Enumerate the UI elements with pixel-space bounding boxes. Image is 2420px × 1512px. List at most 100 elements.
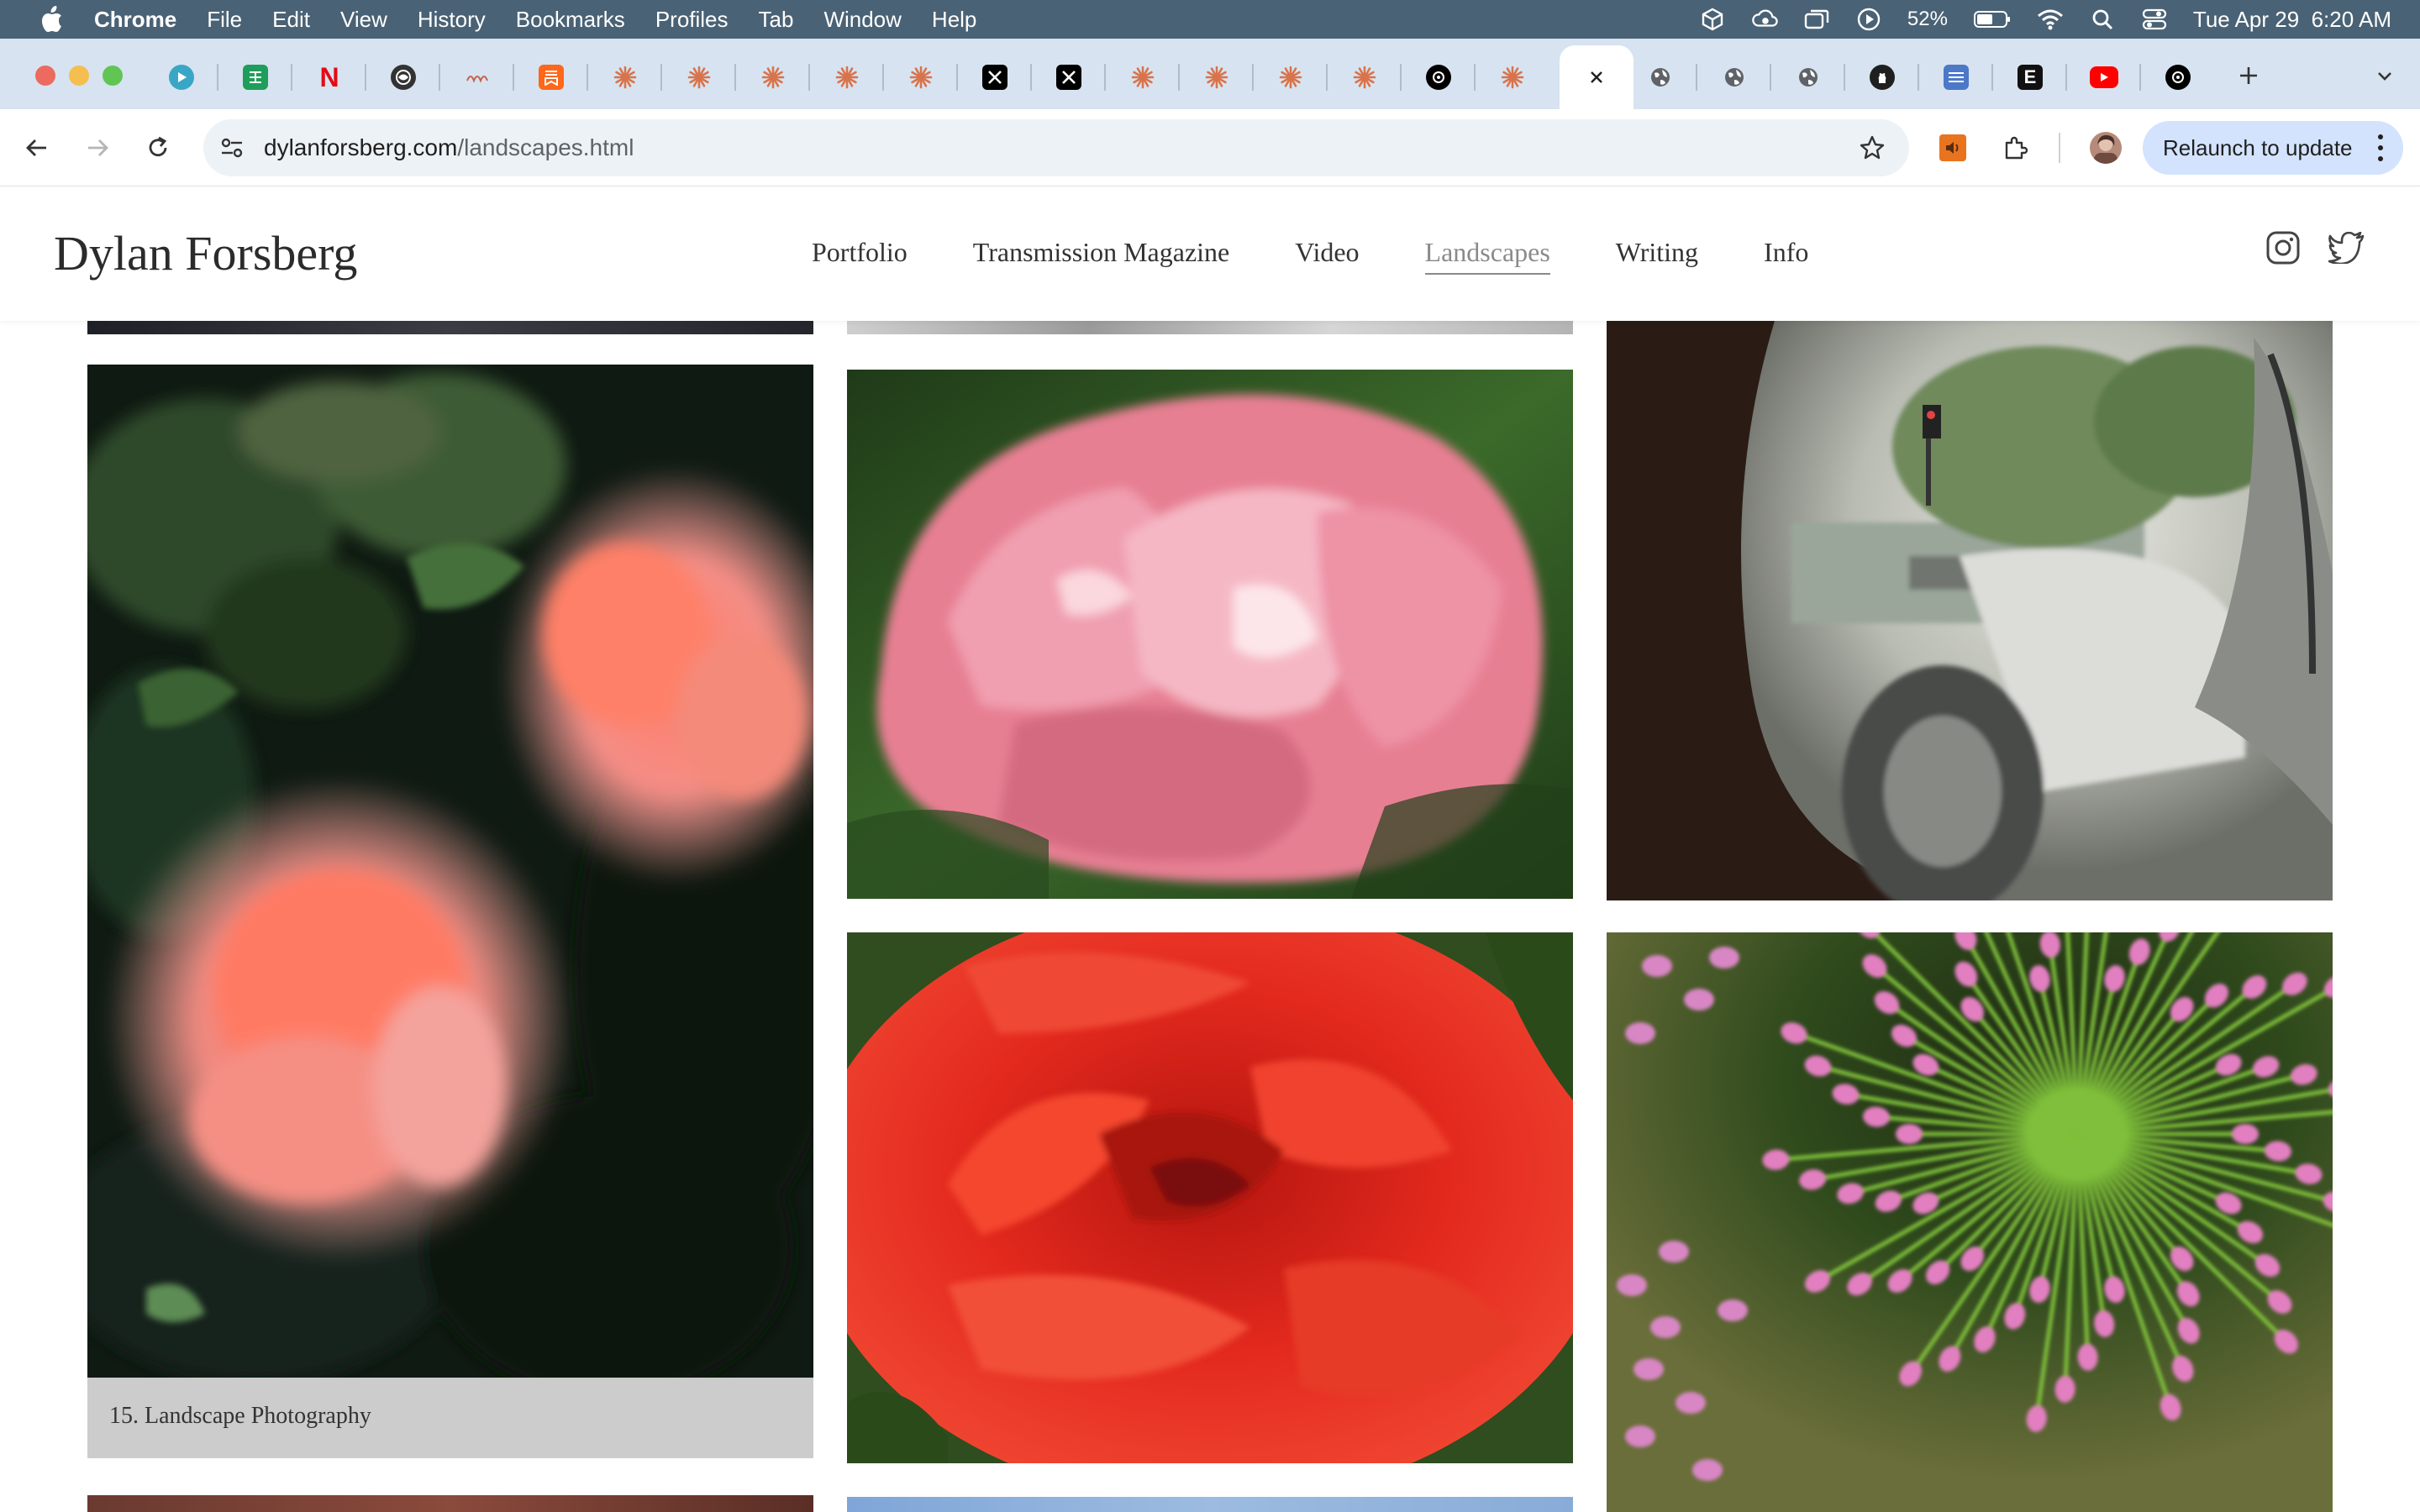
tab-search-chevron-icon[interactable] bbox=[2368, 59, 2402, 92]
menu-view[interactable]: View bbox=[340, 7, 387, 33]
menu-history[interactable]: History bbox=[418, 7, 486, 33]
nav-video[interactable]: Video bbox=[1295, 237, 1359, 275]
macos-menu-bar: Chrome File Edit View History Bookmarks … bbox=[0, 0, 2420, 39]
reload-button[interactable] bbox=[138, 128, 178, 168]
url-domain: dylanforsberg.com bbox=[264, 134, 458, 160]
substack-icon bbox=[539, 65, 564, 90]
nav-transmission-magazine[interactable]: Transmission Magazine bbox=[973, 237, 1229, 275]
menu-edit[interactable]: Edit bbox=[272, 7, 310, 33]
tab-15[interactable] bbox=[1180, 45, 1254, 109]
tab-4[interactable] bbox=[366, 45, 440, 109]
tab-1[interactable] bbox=[145, 45, 218, 109]
tab-22[interactable] bbox=[1697, 45, 1771, 109]
tab-27[interactable] bbox=[2067, 45, 2141, 109]
box-icon[interactable] bbox=[1699, 7, 1726, 32]
more-vert-icon[interactable] bbox=[2376, 134, 2385, 161]
instagram-icon[interactable] bbox=[2264, 228, 2302, 267]
tab-7[interactable] bbox=[588, 45, 662, 109]
gallery-photo-red-rose[interactable] bbox=[847, 932, 1573, 1463]
menu-app-name[interactable]: Chrome bbox=[94, 7, 176, 33]
tab-3[interactable]: N bbox=[292, 45, 366, 109]
claude-icon bbox=[1352, 65, 1377, 90]
tab-9[interactable] bbox=[736, 45, 810, 109]
bookmark-star-icon[interactable] bbox=[1857, 133, 1887, 163]
tab-11[interactable] bbox=[884, 45, 958, 109]
nav-landscapes[interactable]: Landscapes bbox=[1424, 237, 1550, 275]
gallery-photo-allium[interactable] bbox=[1607, 932, 2333, 1512]
spotlight-search-icon[interactable] bbox=[2089, 7, 2116, 32]
menu-file[interactable]: File bbox=[207, 7, 242, 33]
nav-writing[interactable]: Writing bbox=[1616, 237, 1698, 275]
tab-19[interactable] bbox=[1476, 45, 1549, 109]
tab-5[interactable] bbox=[440, 45, 514, 109]
apple-icon[interactable] bbox=[35, 6, 69, 32]
menu-profiles[interactable]: Profiles bbox=[655, 7, 729, 33]
nav-portfolio[interactable]: Portfolio bbox=[812, 237, 908, 275]
sheet-icon bbox=[1944, 65, 1969, 90]
tab-16[interactable] bbox=[1254, 45, 1328, 109]
gallery-photo-next-2[interactable] bbox=[847, 1497, 1573, 1512]
nav-info[interactable]: Info bbox=[1764, 237, 1808, 275]
profile-avatar[interactable] bbox=[2087, 129, 2124, 166]
tab-26[interactable]: E bbox=[1993, 45, 2067, 109]
status-area: 52% Tue Apr 29 6:20 AM bbox=[1699, 0, 2391, 39]
menu-window[interactable]: Window bbox=[823, 7, 901, 33]
github-icon bbox=[1870, 65, 1895, 90]
url-path: /landscapes.html bbox=[457, 134, 634, 160]
tab-14[interactable] bbox=[1106, 45, 1180, 109]
x-icon bbox=[982, 65, 1007, 90]
tab-6[interactable] bbox=[514, 45, 588, 109]
gallery-photo-pink-roses[interactable] bbox=[87, 365, 813, 1378]
address-bar[interactable]: dylanforsberg.com/landscapes.html bbox=[203, 119, 1909, 176]
toolbar-divider bbox=[2059, 133, 2060, 163]
forward-button[interactable] bbox=[77, 128, 118, 168]
site-settings-icon[interactable] bbox=[218, 134, 245, 161]
tab-2[interactable] bbox=[218, 45, 292, 109]
control-center-icon[interactable] bbox=[2141, 7, 2168, 32]
tab-17[interactable] bbox=[1328, 45, 1402, 109]
squiggle-icon bbox=[465, 65, 490, 90]
tab-13[interactable] bbox=[1032, 45, 1106, 109]
tab-23[interactable] bbox=[1771, 45, 1845, 109]
gallery-photo-next-1[interactable] bbox=[87, 1495, 813, 1512]
window-stack-icon[interactable] bbox=[1803, 7, 1830, 32]
extensions-puzzle-icon[interactable] bbox=[1996, 129, 2033, 166]
wifi-icon[interactable] bbox=[2037, 7, 2064, 32]
tab-28[interactable] bbox=[2141, 45, 2215, 109]
audio-extension-icon[interactable] bbox=[1934, 129, 1971, 166]
tab-12[interactable] bbox=[958, 45, 1032, 109]
twitter-icon[interactable] bbox=[2328, 228, 2366, 267]
close-tab-icon[interactable] bbox=[1584, 65, 1609, 90]
relaunch-update-button[interactable]: Relaunch to update bbox=[2143, 121, 2403, 175]
maximize-window-button[interactable] bbox=[103, 66, 123, 86]
close-window-button[interactable] bbox=[35, 66, 55, 86]
tab-active[interactable] bbox=[1560, 45, 1634, 109]
back-button[interactable] bbox=[17, 128, 57, 168]
menu-bookmarks[interactable]: Bookmarks bbox=[516, 7, 625, 33]
gallery-photo-prev-2[interactable] bbox=[847, 321, 1573, 334]
claude-icon bbox=[1278, 65, 1303, 90]
landscape-gallery bbox=[0, 321, 2420, 1512]
tab-24[interactable] bbox=[1845, 45, 1919, 109]
cloud-sync-icon[interactable] bbox=[1751, 7, 1778, 32]
minimize-window-button[interactable] bbox=[69, 66, 89, 86]
relaunch-label: Relaunch to update bbox=[2163, 134, 2353, 160]
menu-help[interactable]: Help bbox=[932, 7, 976, 33]
battery-icon[interactable] bbox=[1973, 7, 2012, 32]
gallery-photo-rose-macro[interactable] bbox=[847, 370, 1573, 899]
menu-tab[interactable]: Tab bbox=[759, 7, 794, 33]
clock[interactable]: Tue Apr 29 6:20 AM bbox=[2193, 7, 2391, 33]
site-brand[interactable]: Dylan Forsberg bbox=[54, 225, 357, 281]
sheets-icon bbox=[243, 65, 268, 90]
play-circle-icon[interactable] bbox=[1855, 7, 1882, 32]
tab-21[interactable] bbox=[1623, 45, 1697, 109]
tab-25[interactable] bbox=[1919, 45, 1993, 109]
tab-8[interactable] bbox=[662, 45, 736, 109]
new-tab-button[interactable] bbox=[2232, 59, 2265, 92]
url-text[interactable]: dylanforsberg.com/landscapes.html bbox=[264, 134, 634, 161]
gallery-photo-car-mirror[interactable] bbox=[1607, 321, 2333, 900]
tab-10[interactable] bbox=[810, 45, 884, 109]
tab-18[interactable] bbox=[1402, 45, 1476, 109]
gallery-photo-prev-1[interactable] bbox=[87, 321, 813, 334]
play-icon bbox=[169, 65, 194, 90]
